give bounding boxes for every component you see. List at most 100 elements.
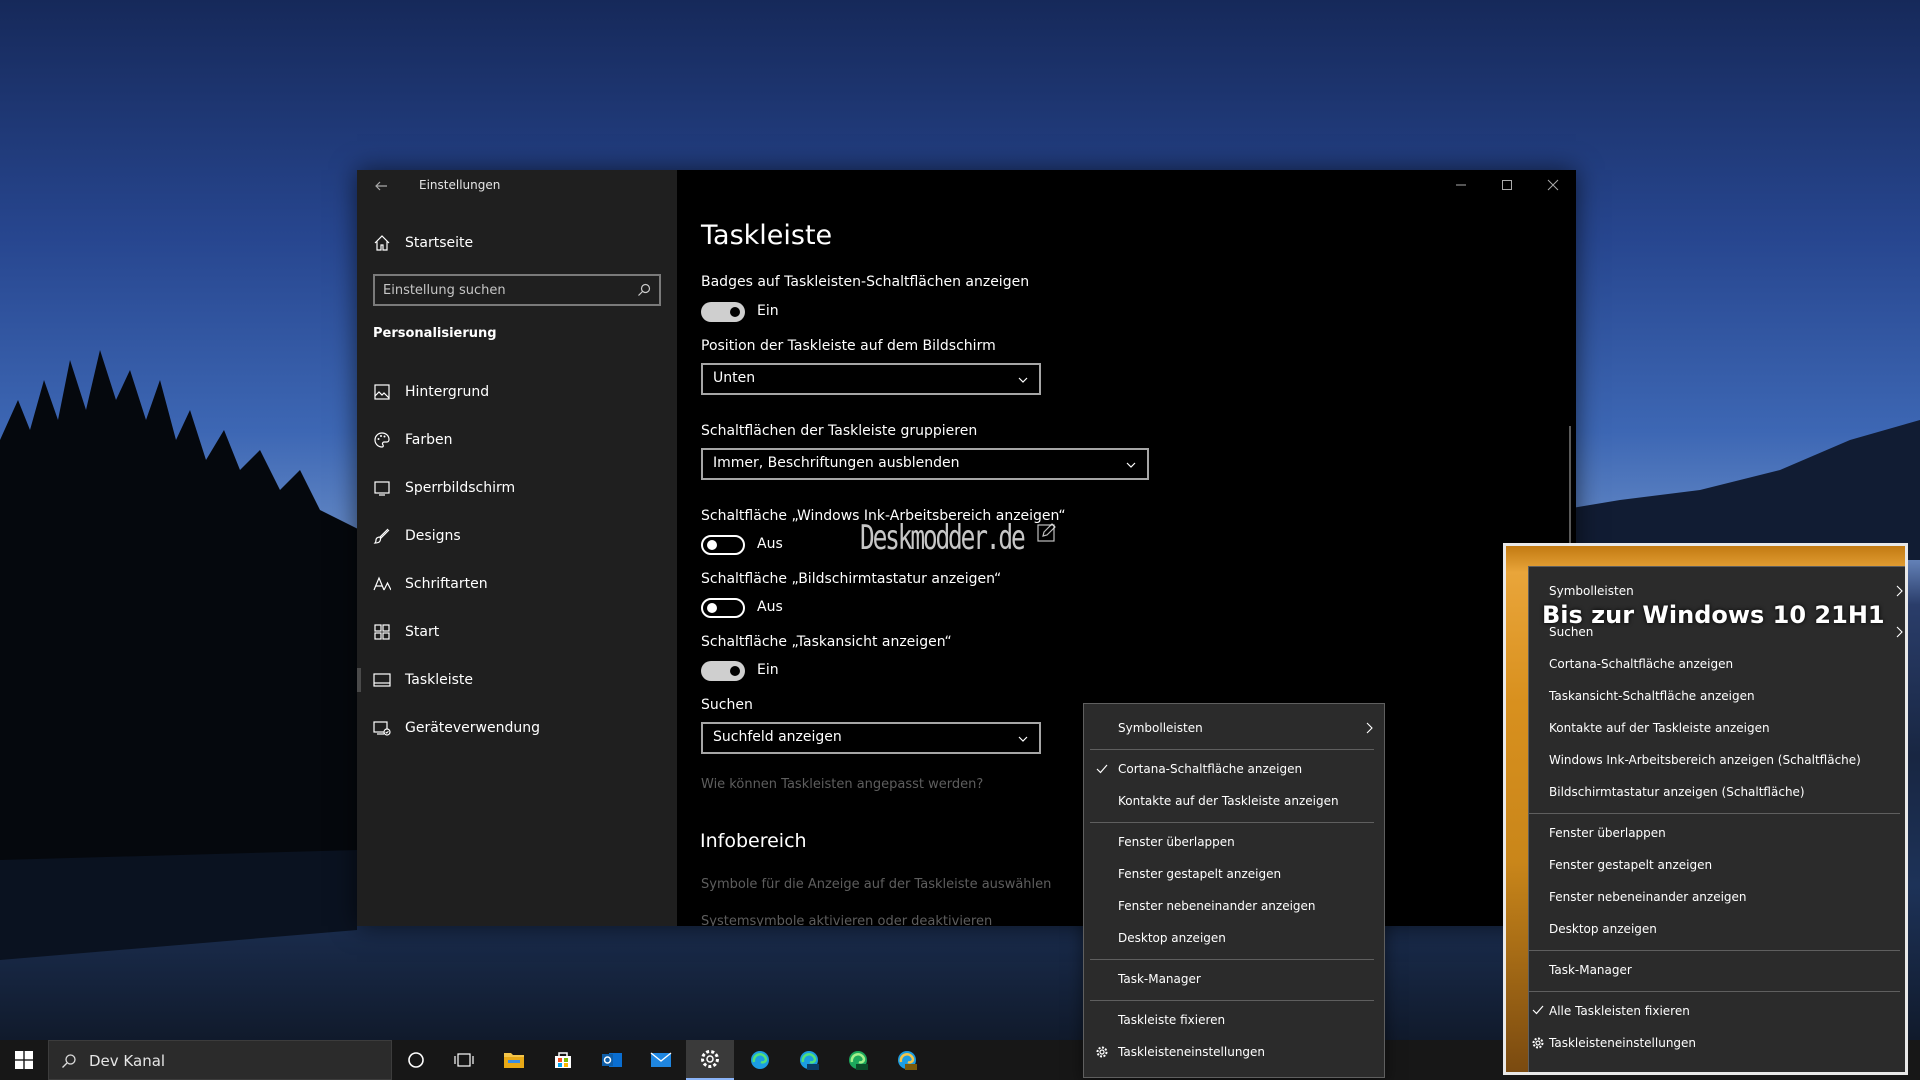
infobereich-link-symbols[interactable]: Symbole für die Anzeige auf der Taskleis… bbox=[701, 877, 1051, 892]
cortana-button[interactable] bbox=[392, 1040, 440, 1080]
old-menu-item-ueberlappen[interactable]: Fenster überlappen bbox=[1529, 817, 1905, 847]
old-menu-item-taskmanager[interactable]: Task-Manager bbox=[1529, 954, 1905, 984]
menu-item-label: Windows Ink-Arbeitsbereich anzeigen (Sch… bbox=[1549, 753, 1861, 767]
sidebar-item-designs[interactable]: Designs bbox=[357, 512, 677, 560]
edge-button[interactable] bbox=[736, 1040, 784, 1080]
taskview-toggle[interactable] bbox=[701, 661, 745, 681]
menu-item-label: Bildschirmtastatur anzeigen (Schaltfläch… bbox=[1549, 785, 1805, 799]
old-menu-item-kontakte[interactable]: Kontakte auf der Taskleiste anzeigen bbox=[1529, 712, 1905, 742]
ink-toggle[interactable] bbox=[701, 535, 745, 555]
position-value: Unten bbox=[713, 370, 756, 386]
sidebar-item-taskleiste[interactable]: Taskleiste bbox=[357, 656, 677, 704]
sidebar-item-schriftarten[interactable]: Schriftarten bbox=[357, 560, 677, 608]
menu-item-label: Task-Manager bbox=[1549, 963, 1632, 977]
start-button[interactable] bbox=[0, 1040, 48, 1080]
edge-beta-button[interactable] bbox=[785, 1040, 833, 1080]
grouping-dropdown[interactable]: Immer, Beschriftungen ausblenden bbox=[701, 448, 1149, 480]
menu-item-label: Symbolleisten bbox=[1118, 721, 1203, 735]
badges-label: Badges auf Taskleisten-Schaltflächen anz… bbox=[701, 274, 1030, 290]
outlook-icon bbox=[602, 1053, 622, 1067]
old-menu-item-cortana[interactable]: Cortana-Schaltfläche anzeigen bbox=[1529, 648, 1905, 678]
menu-item-label: Fenster gestapelt anzeigen bbox=[1549, 858, 1713, 872]
sidebar-item-sperrbildschirm[interactable]: Sperrbildschirm bbox=[357, 464, 677, 512]
taskbar-search-box[interactable]: Dev Kanal bbox=[48, 1040, 392, 1080]
menu-item-nebeneinander[interactable]: Fenster nebeneinander anzeigen bbox=[1084, 890, 1384, 922]
chevron-right-icon bbox=[1896, 585, 1903, 597]
search-icon[interactable] bbox=[637, 283, 651, 297]
maximize-button[interactable] bbox=[1484, 170, 1530, 200]
chevron-down-icon bbox=[1018, 377, 1028, 383]
menu-item-symbolleisten[interactable]: Symbolleisten bbox=[1084, 712, 1384, 744]
edge-canary-icon bbox=[898, 1051, 917, 1070]
sidebar-item-hintergrund[interactable]: Hintergrund bbox=[357, 368, 677, 416]
sidebar-item-label: Start bbox=[405, 624, 440, 640]
minimize-icon bbox=[1456, 184, 1466, 186]
menu-item-cortana[interactable]: Cortana-Schaltfläche anzeigen bbox=[1084, 753, 1384, 785]
menu-item-label: Fenster nebeneinander anzeigen bbox=[1549, 890, 1747, 904]
badges-state: Ein bbox=[757, 303, 779, 319]
menu-separator bbox=[1529, 950, 1900, 951]
menu-item-label: Taskansicht-Schaltfläche anzeigen bbox=[1549, 689, 1755, 703]
mail-button[interactable] bbox=[637, 1040, 685, 1080]
outlook-button[interactable] bbox=[588, 1040, 636, 1080]
help-link[interactable]: Wie können Taskleisten angepasst werden? bbox=[701, 777, 983, 792]
palette-icon bbox=[374, 432, 390, 448]
menu-item-label: Fenster nebeneinander anzeigen bbox=[1118, 899, 1316, 913]
mail-icon bbox=[650, 1052, 672, 1067]
menu-item-label: Fenster gestapelt anzeigen bbox=[1118, 867, 1282, 881]
menu-item-kontakte[interactable]: Kontakte auf der Taskleiste anzeigen bbox=[1084, 785, 1384, 817]
badges-toggle[interactable] bbox=[701, 302, 745, 322]
task-view-button[interactable] bbox=[440, 1040, 488, 1080]
infobereich-link-system[interactable]: Systemsymbole aktivieren oder deaktivier… bbox=[701, 914, 992, 926]
old-menu-item-taskansicht[interactable]: Taskansicht-Schaltfläche anzeigen bbox=[1529, 680, 1905, 710]
file-explorer-button[interactable] bbox=[490, 1040, 538, 1080]
old-menu-item-ink[interactable]: Windows Ink-Arbeitsbereich anzeigen (Sch… bbox=[1529, 744, 1905, 774]
sidebar-item-geraeteverwendung[interactable]: Geräteverwendung bbox=[357, 704, 677, 752]
store-button[interactable] bbox=[539, 1040, 587, 1080]
menu-item-taskmanager[interactable]: Task-Manager bbox=[1084, 963, 1384, 995]
menu-item-label: Desktop anzeigen bbox=[1549, 922, 1657, 936]
menu-item-ueberlappen[interactable]: Fenster überlappen bbox=[1084, 826, 1384, 858]
nav-home-label: Startseite bbox=[405, 235, 474, 251]
old-menu-item-tastatur[interactable]: Bildschirmtastatur anzeigen (Schaltfläch… bbox=[1529, 776, 1905, 806]
keyboard-toggle[interactable] bbox=[701, 598, 745, 618]
edge-dev-button[interactable] bbox=[834, 1040, 882, 1080]
sidebar-item-label: Schriftarten bbox=[405, 576, 488, 592]
menu-separator bbox=[1090, 822, 1374, 823]
menu-item-label: Taskleisteneinstellungen bbox=[1118, 1045, 1266, 1059]
nav-home[interactable]: Startseite bbox=[373, 228, 663, 258]
sidebar-item-start[interactable]: Start bbox=[357, 608, 677, 656]
minimize-button[interactable] bbox=[1438, 170, 1484, 200]
menu-item-taskleisteneinstellungen[interactable]: Taskleisteneinstellungen bbox=[1084, 1036, 1384, 1068]
edge-icon bbox=[751, 1051, 769, 1069]
old-menu-item-gestapelt[interactable]: Fenster gestapelt anzeigen bbox=[1529, 849, 1905, 879]
window-title: Einstellungen bbox=[419, 178, 501, 192]
settings-button[interactable] bbox=[686, 1040, 734, 1080]
chevron-down-icon bbox=[1018, 736, 1028, 742]
position-dropdown[interactable]: Unten bbox=[701, 363, 1041, 395]
gear-icon bbox=[1532, 1037, 1544, 1049]
menu-item-desktop[interactable]: Desktop anzeigen bbox=[1084, 922, 1384, 954]
brush-icon bbox=[373, 528, 390, 544]
device-usage-icon bbox=[373, 721, 391, 736]
old-menu-item-fixieren[interactable]: Alle Taskleisten fixieren bbox=[1529, 995, 1905, 1025]
old-menu-item-desktop[interactable]: Desktop anzeigen bbox=[1529, 913, 1905, 943]
settings-search-box[interactable] bbox=[373, 274, 661, 306]
edge-canary-button[interactable] bbox=[883, 1040, 931, 1080]
nav-list: Hintergrund Farben Sperrbildschirm Desig… bbox=[357, 368, 677, 752]
checkmark-icon bbox=[1096, 764, 1108, 774]
sidebar-item-farben[interactable]: Farben bbox=[357, 416, 677, 464]
menu-separator bbox=[1090, 1000, 1374, 1001]
menu-item-fixieren[interactable]: Taskleiste fixieren bbox=[1084, 1004, 1384, 1036]
back-arrow-icon[interactable] bbox=[373, 178, 389, 194]
pencil-icon bbox=[1037, 523, 1056, 542]
settings-search-input[interactable] bbox=[383, 280, 633, 300]
old-menu-item-einstellungen[interactable]: Taskleisteneinstellungen bbox=[1529, 1027, 1905, 1057]
menu-item-label: Alle Taskleisten fixieren bbox=[1549, 1004, 1690, 1018]
old-menu-item-nebeneinander[interactable]: Fenster nebeneinander anzeigen bbox=[1529, 881, 1905, 911]
search-value: Suchfeld anzeigen bbox=[713, 729, 842, 745]
close-icon bbox=[1547, 179, 1559, 191]
close-button[interactable] bbox=[1530, 170, 1576, 200]
menu-item-gestapelt[interactable]: Fenster gestapelt anzeigen bbox=[1084, 858, 1384, 890]
search-dropdown[interactable]: Suchfeld anzeigen bbox=[701, 722, 1041, 754]
